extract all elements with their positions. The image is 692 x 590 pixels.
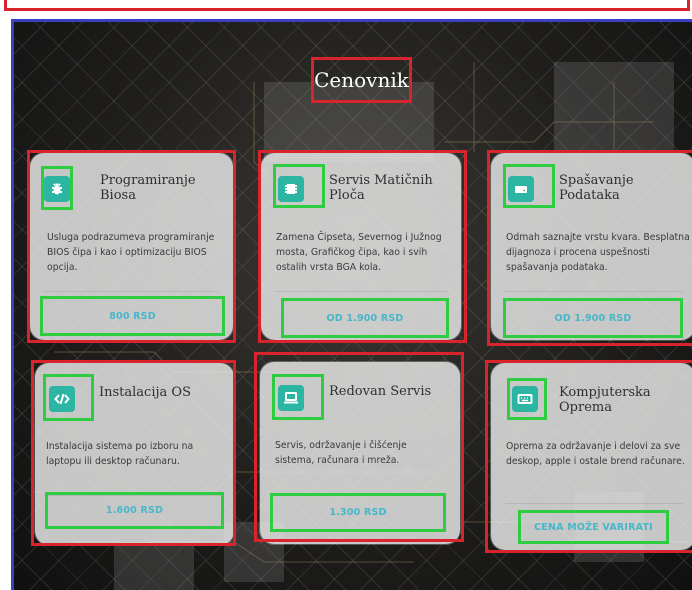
keyboard-icon: [512, 386, 538, 412]
card-title: Programiranje Biosa: [100, 173, 196, 203]
chip-icon: [278, 176, 304, 202]
price-button[interactable]: OD 1.900 RSD: [281, 298, 449, 338]
code-icon: [49, 386, 75, 412]
price-button[interactable]: 1.300 RSD: [270, 493, 446, 532]
card-description: Usluga podrazumeva programiranje BIOS či…: [47, 232, 215, 273]
card-divider: [505, 503, 683, 504]
card-title: Instalacija OS: [99, 385, 191, 400]
bug-icon: [44, 176, 70, 202]
top-frame: [4, 0, 690, 11]
laptop-icon: [278, 385, 304, 411]
price-button[interactable]: 1.600 RSD: [45, 492, 224, 529]
card-description: Zamena Čipseta, Severnog i Južnog mosta,…: [276, 232, 442, 273]
card-description: Odmah saznajte vrstu kvara. Besplatna di…: [506, 232, 690, 273]
price-button[interactable]: 800 RSD: [40, 296, 225, 336]
card-description: Oprema za održavanje i delovi za sve des…: [506, 441, 685, 467]
card-description: Instalacija sistema po izboru na laptopu…: [46, 441, 194, 467]
card-divider: [505, 291, 683, 292]
card-title: Kompjuterska Oprema: [559, 385, 651, 415]
card-title: Servis Matičnih Ploča: [329, 173, 433, 203]
card-title: Redovan Servis: [329, 384, 432, 399]
card-divider: [44, 291, 219, 292]
pricing-section: Cenovnik Programiranje Biosa Usluga podr…: [11, 19, 692, 590]
card-divider: [275, 291, 447, 292]
page-title: Cenovnik: [311, 57, 412, 103]
card-title: Spašavanje Podataka: [559, 173, 634, 203]
hard-drive-icon: [508, 176, 534, 202]
price-button[interactable]: CENA MOŽE VARIRATI: [518, 510, 669, 544]
price-button[interactable]: OD 1.900 RSD: [503, 298, 683, 338]
card-description: Servis, održavanje i čišćenje sistema, r…: [275, 440, 407, 466]
